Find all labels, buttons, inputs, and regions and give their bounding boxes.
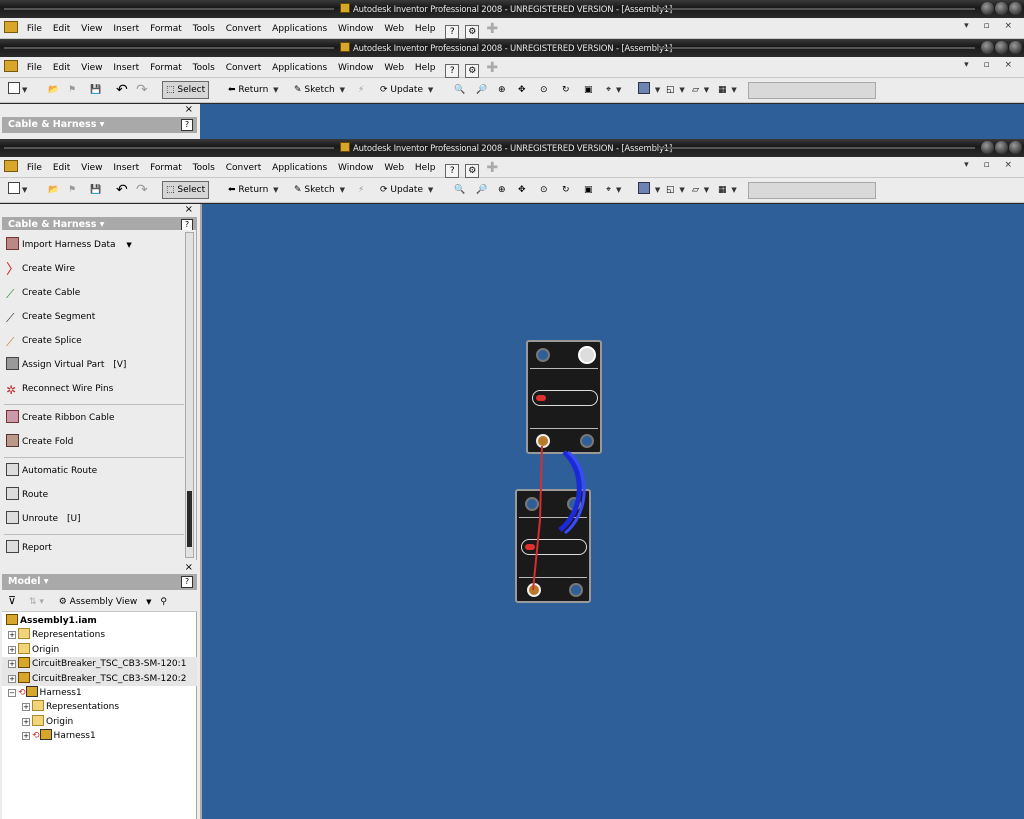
red-wire[interactable] (532, 445, 543, 591)
harness-wires[interactable] (0, 0, 1024, 819)
